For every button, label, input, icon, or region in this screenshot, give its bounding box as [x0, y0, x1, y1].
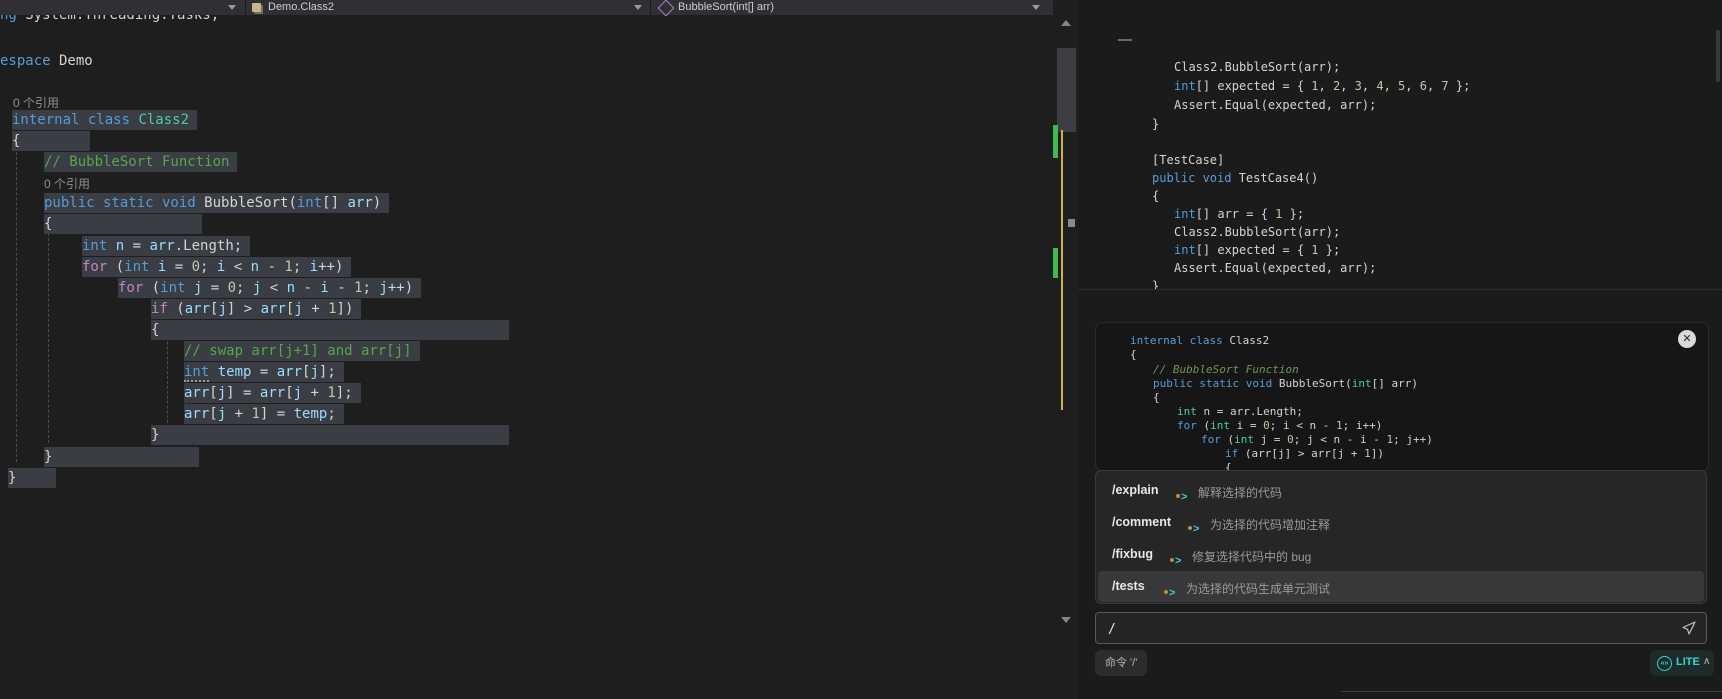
lite-label: LITE: [1676, 656, 1700, 668]
codegeex-logo-icon: «»: [1657, 656, 1672, 671]
type-dropdown[interactable]: Demo.Class2: [268, 1, 334, 13]
command-shortcut-button[interactable]: 命令 '/': [1095, 650, 1147, 676]
command-label: /explain: [1112, 483, 1159, 497]
chevron-down-icon[interactable]: [1032, 5, 1040, 10]
send-icon[interactable]: [1681, 620, 1697, 636]
code-line: }: [8, 468, 56, 488]
selected-code-content: internal class Class2{// BubbleSort Func…: [0, 0, 1722, 470]
command-item-comment[interactable]: /comment > 为选择的代码增加注释: [1098, 507, 1704, 538]
slash-command-list: /explain > 解释选择的代码/comment > 为选择的代码增加注释/fixb…: [1095, 470, 1707, 604]
command-description: 解释选择的代码: [1198, 484, 1282, 501]
panel-header: Ask CodeGeeX beta 代码翻译: [1078, 0, 1722, 28]
chat-input[interactable]: [1106, 617, 1670, 641]
command-label: /comment: [1112, 515, 1171, 529]
chat-input-box: [1095, 612, 1707, 644]
scroll-up-icon[interactable]: [1061, 20, 1071, 26]
command-item-explain[interactable]: /explain > 解释选择的代码: [1098, 475, 1704, 506]
modified-region-mark: [1061, 130, 1063, 410]
code-line: for (int j = 0; j < n - i - 1; j++): [1201, 433, 1433, 446]
chevron-down-icon[interactable]: [228, 5, 236, 10]
bottom-divider: [1341, 691, 1722, 692]
code-line: if (arr[j] > arr[j + 1]): [1225, 447, 1384, 460]
chevron-up-icon: ∧: [1703, 656, 1710, 667]
command-item-tests[interactable]: /tests > 为选择的代码生成单元测试: [1098, 571, 1704, 602]
arrow-icon: >: [1176, 487, 1187, 505]
code-line: {: [1130, 348, 1137, 361]
diff-added-mark: [1053, 125, 1058, 158]
member-dropdown[interactable]: BubbleSort(int[] arr): [678, 1, 774, 13]
class-icon: [252, 3, 261, 12]
model-lite-button[interactable]: «» LITE ∧: [1650, 650, 1714, 676]
divider: [650, 0, 651, 15]
chevron-down-icon[interactable]: [634, 5, 642, 10]
scroll-down-icon[interactable]: [1061, 617, 1071, 623]
code-line: {: [1153, 391, 1160, 404]
ide-window: ng System.Threading.Tasks;espace Demo0 个…: [0, 0, 1722, 699]
arrow-icon: >: [1170, 551, 1181, 569]
editor-scrollbar[interactable]: [1053, 0, 1078, 699]
code-line: int n = arr.Length;: [1177, 405, 1303, 418]
close-icon[interactable]: ✕: [1678, 330, 1696, 348]
command-item-fixbug[interactable]: /fixbug > 修复选择代码中的 bug: [1098, 539, 1704, 570]
command-description: 为选择的代码增加注释: [1210, 516, 1330, 533]
divider: [245, 0, 246, 15]
code-line: {: [1225, 461, 1232, 470]
command-description: 为选择的代码生成单元测试: [1186, 580, 1330, 597]
scroll-annotation-mark: [1068, 219, 1075, 227]
editor-navigation-bar: Demo.Class2 BubbleSort(int[] arr): [0, 0, 1078, 15]
command-description: 修复选择代码中的 bug: [1192, 548, 1311, 565]
method-cube-icon: [658, 0, 675, 16]
arrow-icon: >: [1188, 519, 1199, 537]
arrow-icon: >: [1164, 583, 1175, 601]
code-line: internal class Class2: [1130, 334, 1269, 347]
scrollbar-thumb[interactable]: [1057, 48, 1076, 132]
command-label: /tests: [1112, 579, 1145, 593]
command-label: /fixbug: [1112, 547, 1153, 561]
code-line: for (int i = 0; i < n - 1; i++): [1177, 419, 1382, 432]
code-line: // BubbleSort Function: [1153, 363, 1299, 376]
code-line: public static void BubbleSort(int[] arr): [1153, 377, 1418, 390]
diff-added-mark: [1053, 248, 1058, 278]
